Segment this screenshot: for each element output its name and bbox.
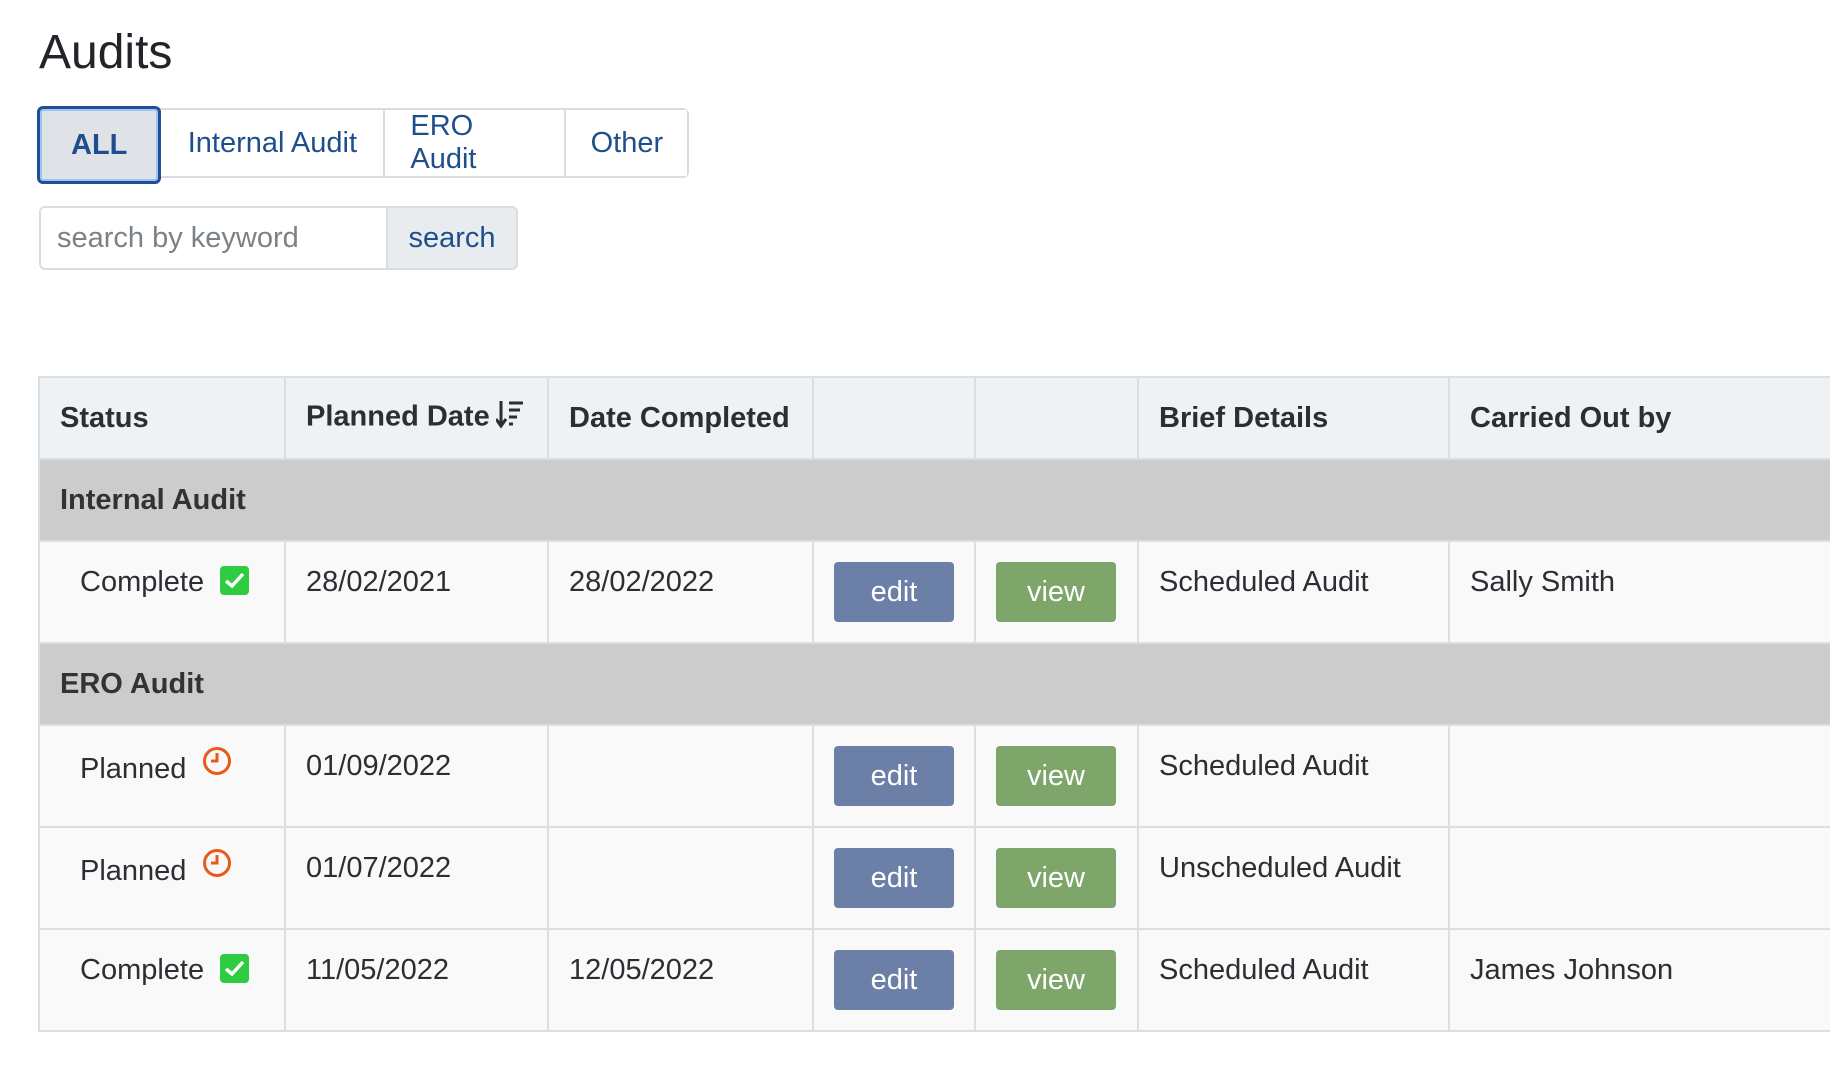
edit-cell: edit (812, 724, 976, 828)
edit-cell: edit (812, 826, 976, 930)
header-brief-details[interactable]: Brief Details (1137, 376, 1450, 460)
view-cell: view (974, 540, 1139, 644)
search-input[interactable] (41, 208, 386, 268)
audit-type-filter: ALL Internal Audit ERO Audit Other (37, 106, 690, 184)
sort-descending-icon[interactable] (494, 399, 524, 437)
search-button[interactable]: search (386, 208, 516, 268)
view-cell: view (974, 826, 1139, 930)
audits-page: Audits ALL Internal Audit ERO Audit Othe… (0, 0, 1830, 1068)
header-view-column (974, 376, 1139, 460)
header-carried-out-by[interactable]: Carried Out by (1448, 376, 1830, 460)
carried-out-by-cell: Sally Smith (1448, 540, 1830, 644)
status-text: Planned (80, 752, 187, 785)
table-row: Planned 01/09/2022 edit view Scheduled A… (38, 724, 1830, 828)
status-text: Complete (80, 566, 205, 598)
status-cell: Complete (38, 540, 286, 644)
brief-details-cell: Unscheduled Audit (1137, 826, 1450, 930)
header-date-completed-label: Date Completed (569, 401, 790, 434)
header-status[interactable]: Status (38, 376, 286, 460)
edit-button[interactable]: edit (834, 950, 954, 1010)
status-cell: Complete (38, 928, 286, 1032)
filter-internal-audit-button[interactable]: Internal Audit (161, 110, 386, 176)
page-title: Audits (39, 26, 173, 79)
header-brief-details-label: Brief Details (1159, 401, 1329, 434)
brief-details-cell: Scheduled Audit (1137, 724, 1450, 828)
view-button[interactable]: view (996, 950, 1116, 1010)
carried-out-by-cell (1448, 724, 1830, 828)
view-cell: view (974, 928, 1139, 1032)
check-icon (220, 954, 250, 983)
view-button[interactable]: view (996, 562, 1116, 622)
date-completed-cell: 28/02/2022 (547, 540, 814, 644)
planned-date-cell: 28/02/2021 (284, 540, 549, 644)
clock-icon (202, 746, 232, 784)
edit-cell: edit (812, 928, 976, 1032)
table-row: Complete 28/02/2021 28/02/2022 edit view… (38, 540, 1830, 644)
header-planned-date[interactable]: Planned Date (284, 376, 549, 460)
status-text: Complete (80, 954, 205, 986)
status-cell: Planned (38, 724, 286, 828)
group-row-internal-audit: Internal Audit (38, 458, 1830, 542)
edit-cell: edit (812, 540, 976, 644)
date-completed-cell (547, 826, 814, 930)
view-cell: view (974, 724, 1139, 828)
date-completed-cell (547, 724, 814, 828)
status-cell: Planned (38, 826, 286, 930)
table-row: Planned 01/07/2022 edit view Unscheduled… (38, 826, 1830, 930)
filter-other-button[interactable]: Other (566, 110, 688, 176)
view-button[interactable]: view (996, 746, 1116, 806)
group-label: Internal Audit (38, 458, 1830, 542)
clock-icon (202, 848, 232, 886)
status-text: Planned (80, 854, 187, 887)
search-group: search (39, 206, 518, 270)
header-date-completed[interactable]: Date Completed (547, 376, 814, 460)
header-planned-date-label: Planned Date (306, 400, 490, 433)
brief-details-cell: Scheduled Audit (1137, 928, 1450, 1032)
header-carried-out-by-label: Carried Out by (1470, 401, 1672, 434)
edit-button[interactable]: edit (834, 746, 954, 806)
edit-button[interactable]: edit (834, 848, 954, 908)
view-button[interactable]: view (996, 848, 1116, 908)
table-row: Complete 11/05/2022 12/05/2022 edit view… (38, 928, 1830, 1032)
audits-table: Status Planned Date Date Completed Brief… (38, 376, 1830, 1032)
group-label: ERO Audit (38, 642, 1830, 726)
carried-out-by-cell: James Johnson (1448, 928, 1830, 1032)
planned-date-cell: 01/07/2022 (284, 826, 549, 930)
header-status-label: Status (60, 401, 149, 434)
planned-date-cell: 11/05/2022 (284, 928, 549, 1032)
edit-button[interactable]: edit (834, 562, 954, 622)
table-header-row: Status Planned Date Date Completed Brief… (38, 376, 1830, 460)
audits-table-container: Status Planned Date Date Completed Brief… (38, 376, 1830, 1032)
check-icon (220, 566, 250, 595)
carried-out-by-cell (1448, 826, 1830, 930)
planned-date-cell: 01/09/2022 (284, 724, 549, 828)
filter-all-button[interactable]: ALL (37, 106, 162, 184)
header-edit-column (812, 376, 976, 460)
filter-ero-audit-button[interactable]: ERO Audit (385, 110, 567, 176)
brief-details-cell: Scheduled Audit (1137, 540, 1450, 644)
date-completed-cell: 12/05/2022 (547, 928, 814, 1032)
group-row-ero-audit: ERO Audit (38, 642, 1830, 726)
